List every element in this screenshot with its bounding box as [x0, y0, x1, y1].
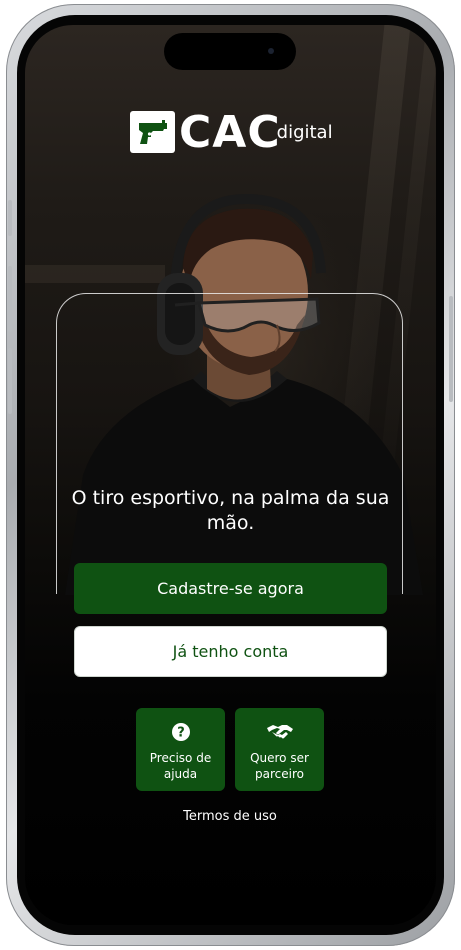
front-camera-icon [268, 48, 274, 54]
dynamic-island [164, 33, 296, 70]
phone-mockup: CAC digital O tiro esportivo, na palma d… [0, 0, 461, 950]
help-button[interactable]: ? Preciso de ajuda [136, 708, 225, 791]
logo-text: CAC [179, 107, 281, 158]
partner-button[interactable]: Quero ser parceiro [235, 708, 324, 791]
app-screen: CAC digital O tiro esportivo, na palma d… [25, 25, 436, 925]
signup-button[interactable]: Cadastre-se agora [74, 563, 387, 614]
partner-label: Quero ser parceiro [250, 751, 309, 781]
hero-tagline: O tiro esportivo, na palma da sua mão. [71, 487, 390, 534]
hero-outline-frame [56, 293, 403, 594]
terms-link[interactable]: Termos de uso [130, 809, 330, 824]
pistol-icon [130, 111, 175, 153]
app-logo: CAC digital [130, 109, 333, 155]
logo-subtext: digital [276, 122, 333, 143]
svg-text:?: ? [177, 726, 185, 741]
help-label: Preciso de ajuda [149, 751, 212, 781]
volume-down-button [8, 348, 12, 414]
action-button [8, 200, 12, 236]
question-icon: ? [171, 722, 191, 742]
power-button [449, 296, 453, 402]
volume-up-button [8, 266, 12, 332]
handshake-icon [266, 722, 294, 742]
login-button[interactable]: Já tenho conta [74, 626, 387, 677]
